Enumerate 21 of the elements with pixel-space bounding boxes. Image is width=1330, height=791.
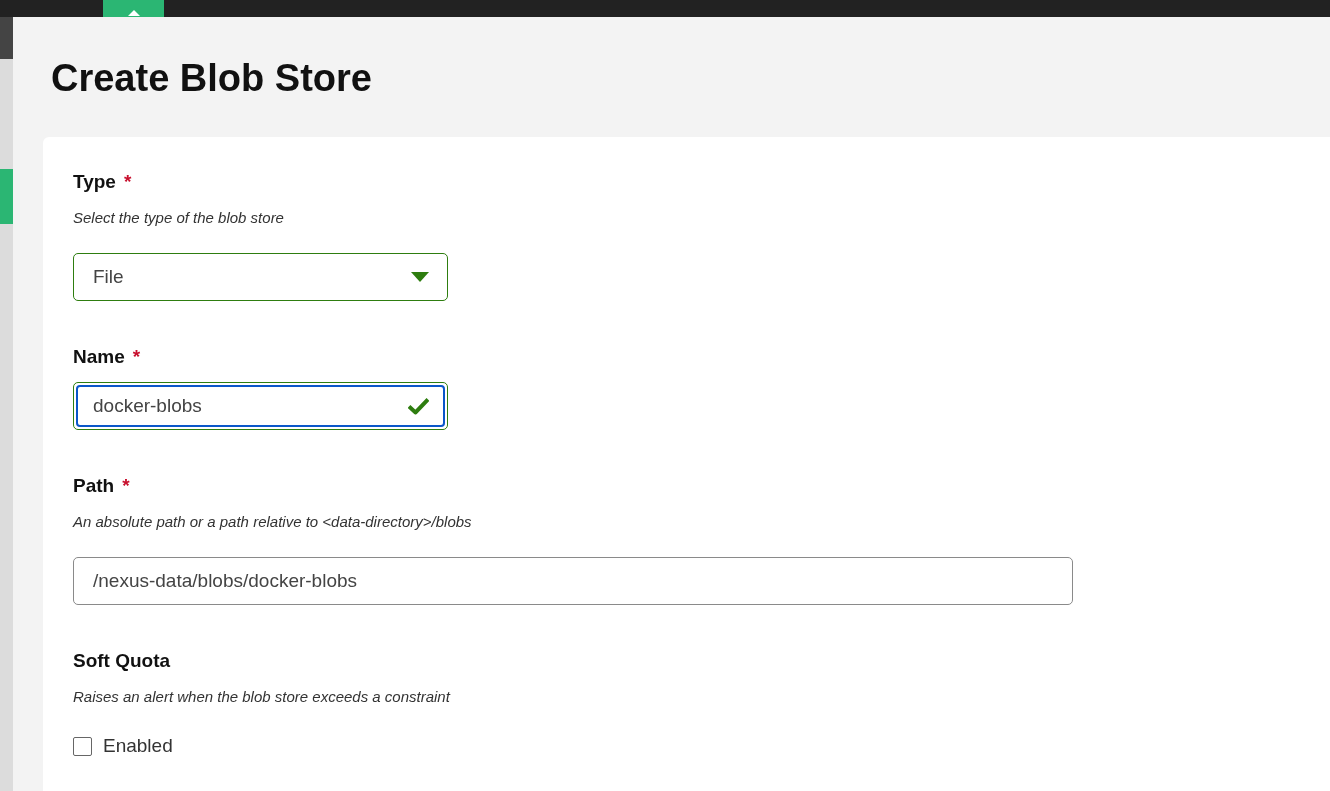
field-label: Path: [73, 474, 115, 498]
required-mark: *: [123, 170, 132, 194]
field-label: Type: [73, 170, 116, 194]
field-label: Name: [73, 345, 125, 369]
required-mark: *: [132, 345, 141, 369]
collapse-tab[interactable]: [103, 0, 164, 17]
type-dropdown[interactable]: File: [73, 253, 448, 301]
required-mark: *: [122, 474, 130, 498]
text-field[interactable]: docker-blobs: [73, 382, 448, 430]
field-description: Raises an alert when the blob store exceeds a constraint: [73, 687, 450, 707]
checkbox[interactable]: [73, 736, 92, 756]
caret-down-icon: [411, 272, 429, 282]
sidebar-segment: [0, 17, 13, 59]
checkmark-icon: [408, 397, 429, 415]
field-description: An absolute path or a path relative to <data-directory>/blobs: [73, 512, 472, 532]
page-title: Create Blob Store: [51, 56, 372, 100]
sidebar-selection-marker: [0, 169, 13, 224]
field-label: Soft Quota: [73, 649, 171, 673]
field-description: Select the type of the blob store: [73, 208, 284, 228]
checkbox-label[interactable]: Enabled: [103, 735, 173, 757]
text-field[interactable]: /nexus-data/blobs/docker-blobs: [73, 557, 1073, 605]
